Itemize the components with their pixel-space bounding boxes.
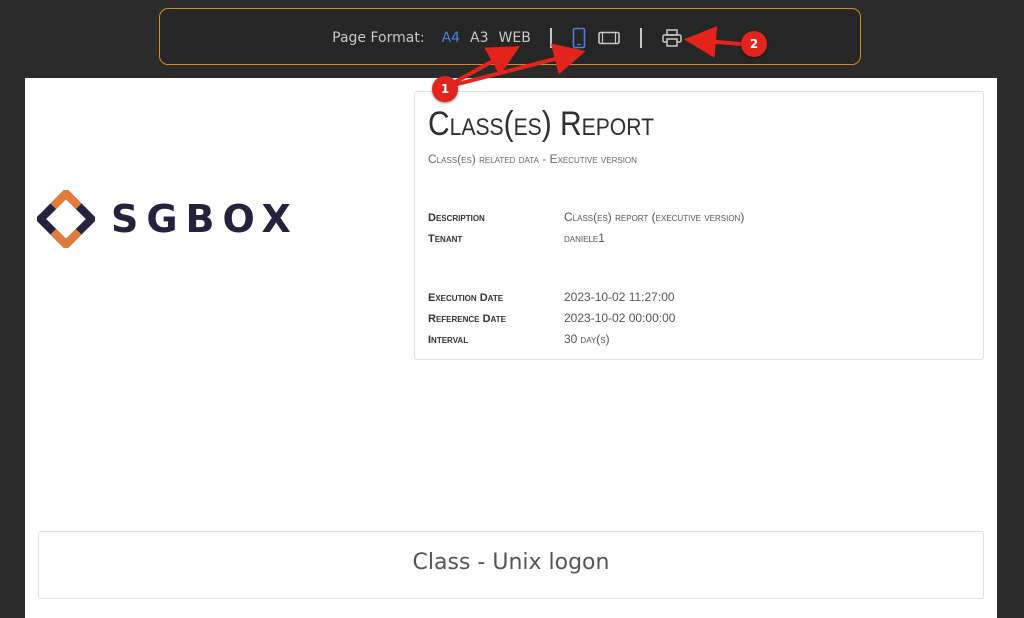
print-button[interactable] [662, 28, 682, 47]
field-value: 2023-10-02 11:27:00 [564, 290, 675, 304]
format-a4-button[interactable]: A4 [442, 30, 460, 46]
report-page: SGBOX Class(es) Report Class(es) related… [25, 78, 997, 618]
logo-text: SGBOX [111, 197, 299, 241]
class-section-card: Class - Unix logon [38, 531, 984, 599]
report-subtitle: Class(es) related data - Executive versi… [428, 152, 637, 166]
annotation-badge-2: 2 [741, 31, 767, 57]
landscape-icon [598, 31, 620, 44]
field-unit: day(s) [580, 332, 610, 346]
landscape-orientation-button[interactable] [598, 31, 620, 45]
annotation-badge-1: 1 [432, 76, 458, 102]
field-value: 2023-10-02 00:00:00 [564, 311, 676, 325]
format-a3-button[interactable]: A3 [470, 30, 488, 46]
portrait-icon [572, 27, 586, 48]
report-info-card: Class(es) Report Class(es) related data … [414, 91, 984, 360]
toolbar-divider [549, 27, 552, 48]
field-value: Class(es) report (executive version) [564, 210, 745, 224]
field-label: Tenant [428, 233, 463, 245]
field-value: daniele1 [564, 231, 605, 245]
field-execution-date: Execution Date 2023-10-02 11:27:00 [428, 290, 675, 304]
print-icon [662, 28, 682, 47]
field-tenant: Tenant daniele1 [428, 231, 605, 245]
sgbox-logo: SGBOX [37, 190, 299, 248]
toolbar-divider [639, 27, 642, 48]
field-label: Description [428, 212, 485, 224]
field-label: Execution Date [428, 292, 504, 304]
field-interval: Interval 30 day(s) [428, 332, 610, 346]
field-label: Reference Date [428, 313, 506, 325]
class-section-title: Class - Unix logon [412, 550, 610, 575]
field-reference-date: Reference Date 2023-10-02 00:00:00 [428, 311, 675, 325]
page-format-label: Page Format: [332, 29, 425, 46]
sgbox-logo-icon [37, 190, 95, 248]
field-description: Description Class(es) report (executive v… [428, 210, 744, 224]
field-label: Interval [428, 334, 469, 346]
field-value: 30 [564, 332, 578, 346]
portrait-orientation-button[interactable] [572, 27, 586, 49]
format-web-button[interactable]: WEB [499, 30, 531, 46]
report-title: Class(es) Report [428, 105, 655, 143]
